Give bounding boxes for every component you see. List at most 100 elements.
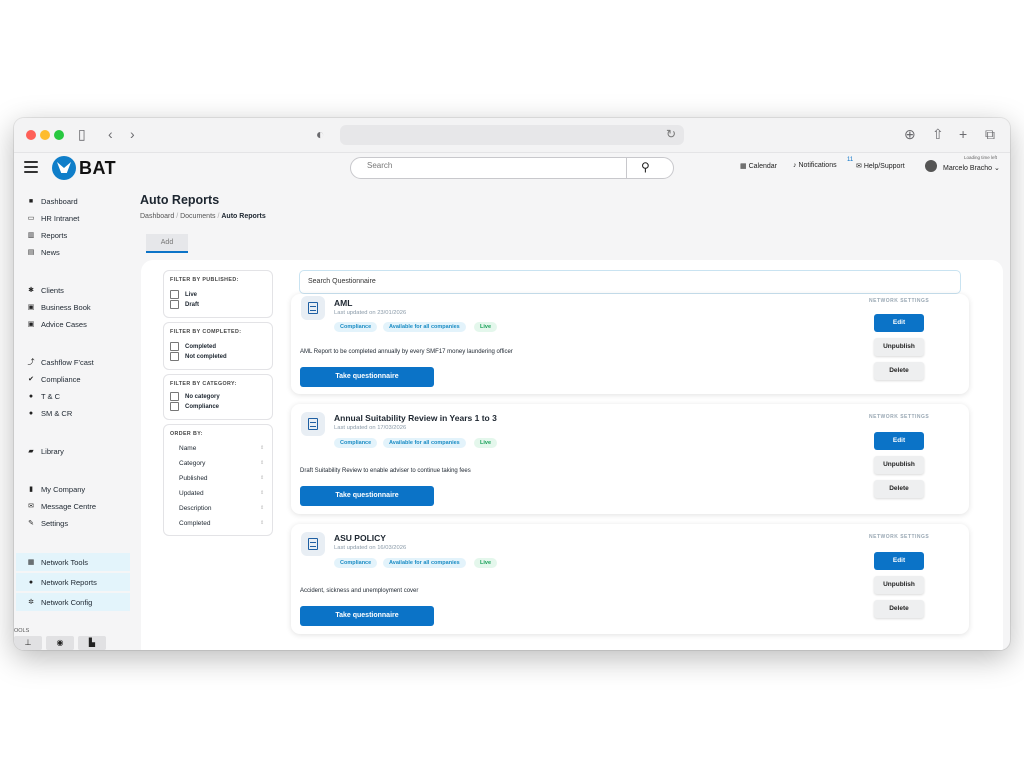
sort-icon[interactable]: ⇕ xyxy=(260,505,264,511)
avatar[interactable] xyxy=(925,160,937,172)
sidebar-item-my-company[interactable]: ▮ My Company xyxy=(26,482,85,496)
order-updated[interactable]: Updated xyxy=(179,490,204,497)
user-menu[interactable]: Marcelo Bracho ⌄ xyxy=(943,164,1000,172)
document-icon xyxy=(301,296,325,320)
close-window-button[interactable] xyxy=(26,130,36,140)
sidebar-item-news[interactable]: ▤ News xyxy=(26,245,60,259)
envelope-icon: ✉ xyxy=(856,163,862,170)
checkbox-draft[interactable]: Draft xyxy=(170,300,199,309)
filter-category-title: FILTER BY CATEGORY: xyxy=(170,381,237,387)
add-button[interactable]: Add xyxy=(146,234,188,253)
reload-icon[interactable]: ↻ xyxy=(666,127,676,141)
download-icon[interactable]: ⊕ xyxy=(904,126,916,142)
breadcrumb-dashboard[interactable]: Dashboard xyxy=(140,213,174,220)
sidebar: ■ Dashboard ▭ HR Intranet ▥ Reports ▤ News ✱… xyxy=(14,184,134,650)
forward-icon[interactable]: › xyxy=(130,126,135,142)
card-updated: Last updated on 17/03/2026 xyxy=(334,425,407,431)
check-icon: ✔ xyxy=(28,376,34,383)
tag-status: Live xyxy=(474,558,498,568)
search-input[interactable]: Search xyxy=(367,161,392,170)
order-completed[interactable]: Completed xyxy=(179,520,210,527)
app-header: BAT Search ⚲ ▦ Calendar ♪ Notifications … xyxy=(14,153,1010,183)
take-questionnaire-button[interactable]: Take questionnaire xyxy=(300,486,434,506)
loading-time: Loading time left xyxy=(964,155,998,160)
checkbox-not-completed[interactable]: Not completed xyxy=(170,352,227,361)
notifications-link[interactable]: ♪ Notifications xyxy=(793,162,837,169)
sort-icon[interactable]: ⇕ xyxy=(260,520,264,526)
sidebar-item-advice-cases[interactable]: ▣ Advice Cases xyxy=(26,317,87,331)
delete-button[interactable]: Delete xyxy=(874,362,924,380)
card-description: Draft Suitability Review to enable advis… xyxy=(300,468,471,474)
document-icon[interactable]: ▙ xyxy=(78,636,106,650)
sidebar-item-settings[interactable]: ✎ Settings xyxy=(26,516,68,530)
sidebar-item-business-book[interactable]: ▣ Business Book xyxy=(26,300,91,314)
order-published[interactable]: Published xyxy=(179,475,208,482)
filter-completed-title: FILTER BY COMPLETED: xyxy=(170,329,242,335)
sort-icon[interactable]: ⇕ xyxy=(260,445,264,451)
address-bar[interactable]: ↻ xyxy=(340,125,684,145)
menu-icon[interactable] xyxy=(24,161,38,176)
sidebar-item-library[interactable]: ▰ Library xyxy=(26,444,64,458)
checkbox-completed[interactable]: Completed xyxy=(170,342,216,351)
card-title: ASU POLICY xyxy=(334,533,386,543)
take-questionnaire-button[interactable]: Take questionnaire xyxy=(300,606,434,626)
breadcrumb: Dashboard / Documents / Auto Reports xyxy=(140,213,266,220)
edit-button[interactable]: Edit xyxy=(874,314,924,332)
sidebar-item-sm-cr[interactable]: ● SM & CR xyxy=(26,406,72,420)
sidebar-item-network-reports[interactable]: ● Network Reports xyxy=(16,573,130,591)
minimize-window-button[interactable] xyxy=(40,130,50,140)
order-description[interactable]: Description xyxy=(179,505,212,512)
back-icon[interactable]: ‹ xyxy=(108,126,113,142)
search-icon[interactable]: ⚲ xyxy=(641,160,650,174)
global-search[interactable]: Search ⚲ xyxy=(350,157,674,179)
sidebar-item-dashboard[interactable]: ■ Dashboard xyxy=(26,194,78,208)
share-icon[interactable]: ⇧ xyxy=(932,126,944,142)
filter-category: FILTER BY CATEGORY: No category Complian… xyxy=(163,374,273,420)
help-link[interactable]: ✉ Help/Support xyxy=(856,162,905,170)
checkbox-no-category[interactable]: No category xyxy=(170,392,220,401)
sidebar-icon[interactable]: ▯ xyxy=(78,126,86,142)
sidebar-item-t-and-c[interactable]: ● T & C xyxy=(26,389,60,403)
tabs-icon[interactable]: ⧉ xyxy=(985,126,995,142)
building-icon: ▮ xyxy=(29,486,33,493)
zoom-window-button[interactable] xyxy=(54,130,64,140)
sort-icon[interactable]: ⇕ xyxy=(260,475,264,481)
unpublish-button[interactable]: Unpublish xyxy=(874,576,924,594)
calendar-link[interactable]: ▦ Calendar xyxy=(740,162,777,170)
sidebar-item-network-config[interactable]: ✲ Network Config xyxy=(16,593,130,611)
order-category[interactable]: Category xyxy=(179,460,205,467)
sidebar-item-hr-intranet[interactable]: ▭ HR Intranet xyxy=(26,211,80,225)
logo[interactable]: BAT xyxy=(52,155,116,181)
tag-availability: Available for all companies xyxy=(383,438,466,448)
sidebar-item-clients[interactable]: ✱ Clients xyxy=(26,283,64,297)
take-questionnaire-button[interactable]: Take questionnaire xyxy=(300,367,434,387)
sort-icon[interactable]: ⇕ xyxy=(260,490,264,496)
tag-category: Compliance xyxy=(334,558,378,568)
edit-button[interactable]: Edit xyxy=(874,552,924,570)
sort-icon[interactable]: ⇕ xyxy=(260,460,264,466)
sidebar-item-compliance[interactable]: ✔ Compliance xyxy=(26,372,81,386)
sidebar-item-reports[interactable]: ▥ Reports xyxy=(26,228,68,242)
document-icon xyxy=(301,412,325,436)
breadcrumb-documents[interactable]: Documents xyxy=(180,213,215,220)
shield-icon[interactable]: ◐ xyxy=(316,126,324,142)
order-name[interactable]: Name xyxy=(179,445,196,452)
checkbox-compliance[interactable]: Compliance xyxy=(170,402,219,411)
questionnaire-search-input[interactable]: Search Questionnaire xyxy=(299,270,961,294)
unpublish-button[interactable]: Unpublish xyxy=(874,338,924,356)
sidebar-item-cashflow[interactable]: ⤴ Cashflow F'cast xyxy=(26,355,94,369)
pin-icon[interactable]: ⊥ xyxy=(14,636,42,650)
new-tab-icon[interactable]: + xyxy=(959,126,967,142)
users-icon: ✱ xyxy=(28,287,34,294)
checkbox-live[interactable]: Live xyxy=(170,290,197,299)
sidebar-item-network-tools[interactable]: ▦ Network Tools xyxy=(16,553,130,571)
info-icon: ● xyxy=(28,578,34,586)
edit-button[interactable]: Edit xyxy=(874,432,924,450)
delete-button[interactable]: Delete xyxy=(874,600,924,618)
question-icon: ● xyxy=(28,409,34,417)
unpublish-button[interactable]: Unpublish xyxy=(874,456,924,474)
main-panel: FILTER BY PUBLISHED: Live Draft FILTER B… xyxy=(141,260,1003,650)
sidebar-item-message-centre[interactable]: ✉ Message Centre xyxy=(26,499,96,513)
eye-icon[interactable]: ◉ xyxy=(46,636,74,650)
delete-button[interactable]: Delete xyxy=(874,480,924,498)
